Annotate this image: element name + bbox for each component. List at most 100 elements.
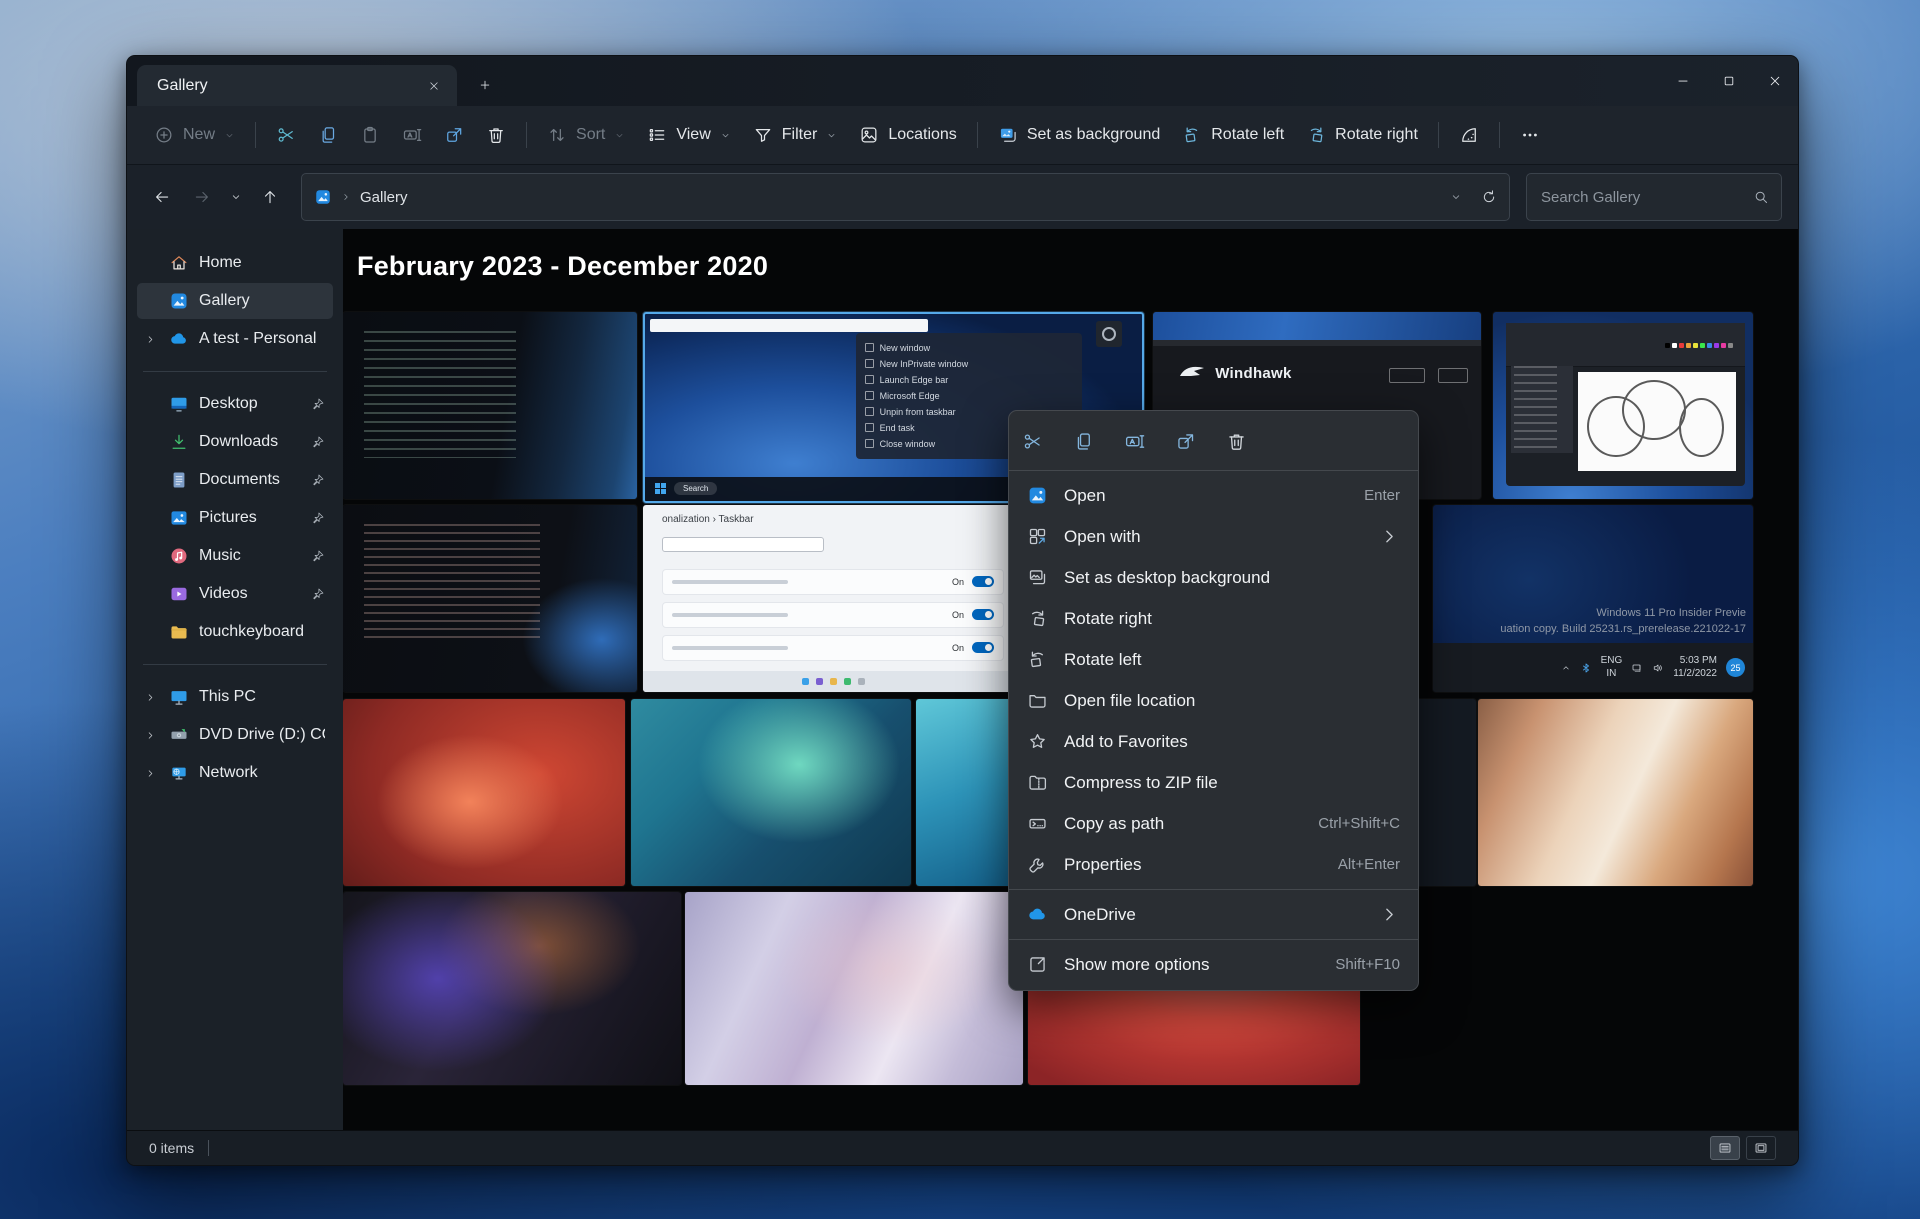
pin-icon (311, 473, 325, 487)
sidebar-item-music[interactable]: Music (137, 538, 333, 574)
photo-thumbnail-teal-abstract[interactable] (631, 699, 911, 886)
sidebar-item-a-test-personal[interactable]: A test - Personal (137, 321, 333, 357)
new-tab-button[interactable] (469, 69, 501, 101)
thumbnail-system-tray: ENGIN 5:03 PM11/2/2022 25 (1433, 643, 1753, 692)
photo-thumbnail-settings[interactable]: onalization › Taskbar OnOnOn (643, 505, 1023, 692)
expander-chevron[interactable] (141, 726, 159, 744)
tab-gallery[interactable]: Gallery (137, 65, 457, 106)
toolbar-label: New (183, 126, 215, 144)
refresh-icon[interactable] (1481, 189, 1497, 205)
thumbnail-detail (364, 331, 517, 458)
quick-action-share[interactable] (1175, 431, 1196, 452)
settings-toggle-row: On (662, 569, 1004, 595)
context-menu-item-add-to-favorites[interactable]: Add to Favorites (1009, 721, 1418, 762)
sidebar-item-documents[interactable]: Documents (137, 462, 333, 498)
chevron-up-icon (1561, 663, 1571, 673)
breadcrumb[interactable]: Gallery (360, 189, 408, 206)
context-menu-item-set-as-desktop-background[interactable]: Set as desktop background (1009, 557, 1418, 598)
sidebar-item-touchkeyboard[interactable]: touchkeyboard (137, 614, 333, 650)
toggle-state-label: On (952, 577, 964, 587)
sidebar-item-gallery[interactable]: Gallery (137, 283, 333, 319)
toolbar-button-paste[interactable] (349, 116, 391, 154)
gallery-date-heading: February 2023 - December 2020 (357, 251, 768, 282)
photo-thumbnail-insider-desktop[interactable]: Windows 11 Pro Insider Previe uation cop… (1433, 505, 1753, 692)
zip-icon (1027, 772, 1048, 793)
toolbar-button-filter[interactable]: Filter (742, 116, 849, 154)
context-menu-item-rotate-right[interactable]: Rotate right (1009, 598, 1418, 639)
toolbar-button-view[interactable]: View (636, 116, 741, 154)
quick-action-cut[interactable] (1022, 431, 1043, 452)
minimize-button[interactable] (1660, 56, 1706, 106)
sidebar-item-pictures[interactable]: Pictures (137, 500, 333, 536)
shortcut-label: Shift+F10 (1335, 956, 1400, 973)
toolbar-button-copy[interactable] (307, 116, 349, 154)
maximize-button[interactable] (1706, 56, 1752, 106)
toolbar-button-share[interactable] (433, 116, 475, 154)
photo-thumbnail-terminal[interactable] (343, 505, 637, 692)
context-menu-item-open-with[interactable]: Open with (1009, 516, 1418, 557)
toolbar-button-set-as-background[interactable]: Set as background (987, 116, 1171, 154)
context-menu-item-open-file-location[interactable]: Open file location (1009, 680, 1418, 721)
submenu-chevron-icon (1379, 526, 1400, 547)
address-dropdown-icon[interactable] (1450, 191, 1462, 203)
expander-chevron[interactable] (141, 688, 159, 706)
back-button[interactable] (143, 178, 181, 216)
toolbar-button-rename[interactable] (391, 116, 433, 154)
rename-icon (402, 125, 422, 145)
quick-action-rename[interactable] (1124, 431, 1145, 452)
chevron-down-icon (614, 130, 625, 141)
forward-button[interactable] (183, 178, 221, 216)
address-bar[interactable]: Gallery (301, 173, 1510, 221)
large-thumbnails-view-button[interactable] (1746, 1136, 1776, 1160)
context-menu-item-properties[interactable]: PropertiesAlt+Enter (1009, 844, 1418, 885)
sidebar-item-desktop[interactable]: Desktop (137, 386, 333, 422)
photo-thumbnail-desktop-dark[interactable] (343, 312, 637, 499)
toolbar-button-new[interactable]: New (143, 116, 246, 154)
close-button[interactable] (1752, 56, 1798, 106)
photo-thumbnail-paint[interactable] (1493, 312, 1753, 499)
expander-chevron[interactable] (141, 330, 159, 348)
toolbar-button-rotate-right[interactable]: Rotate right (1295, 116, 1429, 154)
trash-icon (486, 125, 506, 145)
context-menu-item-show-more-options[interactable]: Show more optionsShift+F10 (1009, 944, 1418, 985)
toolbar-button-delete[interactable] (475, 116, 517, 154)
sidebar-item-dvd-drive[interactable]: DVD Drive (D:) CCC (137, 717, 333, 753)
download-green-icon (169, 432, 189, 452)
tab-close-button[interactable] (421, 73, 447, 99)
toolbar-button-rotate-left[interactable]: Rotate left (1171, 116, 1295, 154)
thumbnail-detail (1153, 312, 1481, 344)
sidebar-item-network[interactable]: Network (137, 755, 333, 791)
photo-thumbnail-dunes-abstract[interactable] (1478, 699, 1753, 886)
sidebar-item-home[interactable]: Home (137, 245, 333, 281)
search-input[interactable] (1539, 188, 1745, 207)
sidebar-item-videos[interactable]: Videos (137, 576, 333, 612)
sidebar-item-label: Gallery (199, 292, 250, 310)
sidebar-item-downloads[interactable]: Downloads (137, 424, 333, 460)
toolbar-button-locations[interactable]: Locations (848, 116, 968, 154)
up-button[interactable] (251, 178, 289, 216)
quick-action-copy[interactable] (1073, 431, 1094, 452)
context-menu-item-open[interactable]: OpenEnter (1009, 475, 1418, 516)
photo-thumbnail-red-abstract[interactable] (343, 699, 625, 886)
sidebar-item-label: Home (199, 254, 242, 272)
toolbar-separator (255, 122, 256, 148)
status-bar: 0 items (127, 1130, 1798, 1165)
recent-locations-button[interactable] (223, 178, 249, 216)
toolbar-button-sort[interactable]: Sort (536, 116, 636, 154)
context-menu-item-compress-to-zip[interactable]: Compress to ZIP file (1009, 762, 1418, 803)
sidebar-item-this-pc[interactable]: This PC (137, 679, 333, 715)
toolbar-button-see-more[interactable] (1509, 116, 1551, 154)
expander-chevron[interactable] (141, 764, 159, 782)
toolbar-button-phone-link[interactable] (1448, 116, 1490, 154)
context-menu-item-onedrive[interactable]: OneDrive (1009, 894, 1418, 935)
details-view-button[interactable] (1710, 1136, 1740, 1160)
photo-thumbnail-lavender-silk[interactable] (685, 892, 1023, 1085)
quick-action-delete[interactable] (1226, 431, 1247, 452)
shortcut-label: Enter (1364, 487, 1400, 504)
context-menu-item-copy-as-path[interactable]: Copy as pathCtrl+Shift+C (1009, 803, 1418, 844)
thumbnail-detail: OnOnOn (662, 569, 1004, 661)
chevron-down-icon (720, 130, 731, 141)
toolbar-button-cut[interactable] (265, 116, 307, 154)
context-menu-item-rotate-left[interactable]: Rotate left (1009, 639, 1418, 680)
photo-thumbnail-purple-silk[interactable] (343, 892, 681, 1085)
